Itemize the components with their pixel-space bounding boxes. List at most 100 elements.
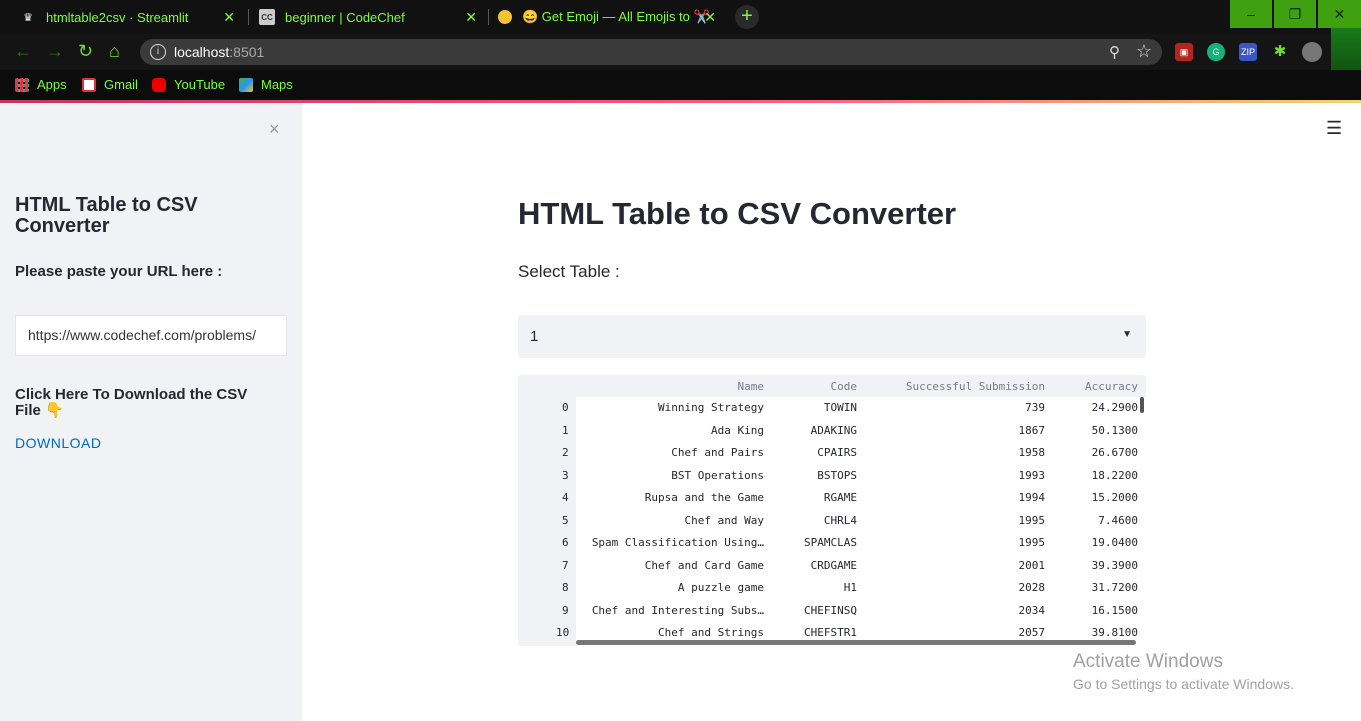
profile-avatar[interactable] [1302, 42, 1322, 62]
bookmark-apps[interactable]: Apps [15, 77, 67, 92]
row-index: 3 [562, 468, 569, 482]
url-text[interactable]: localhost:8501 [174, 44, 264, 60]
table-cell: CPAIRS [817, 446, 857, 459]
column-header: Accuracy [1085, 380, 1138, 393]
home-icon[interactable]: ⌂ [109, 41, 120, 62]
maps-icon [239, 77, 253, 92]
table-cell: H1 [843, 581, 857, 594]
table-cell: 15.2000 [1091, 491, 1138, 504]
tab-streamlit[interactable]: ♛ htmltable2csv · Streamlit ✕ [20, 0, 245, 34]
table-cell: Chef and Pairs [671, 446, 764, 459]
table-cell: 1993 [1018, 468, 1046, 482]
column-header: Successful Submission [905, 380, 1045, 393]
horizontal-scrollbar[interactable] [576, 640, 1136, 645]
extensions-puzzle-icon[interactable]: ✱ [1271, 43, 1289, 61]
main-menu-icon[interactable]: ☰ [1326, 118, 1342, 139]
browser-tab-bar: ♛ htmltable2csv · Streamlit ✕ CC beginne… [0, 0, 1361, 34]
url-input[interactable] [15, 315, 287, 356]
vertical-scrollbar[interactable] [1140, 397, 1144, 413]
table-cell: Chef and Way [684, 513, 764, 527]
select-value: 1 [530, 328, 539, 345]
table-cell: 16.1500 [1091, 603, 1138, 617]
row-index: 10 [556, 626, 570, 639]
table-cell: 2001 [1018, 558, 1046, 572]
page-title: HTML Table to CSV Converter [518, 196, 957, 231]
data-table[interactable]: Name Code Successful Submission Accuracy 0 Wi… [518, 375, 1146, 646]
table-cell: TOWIN [823, 401, 857, 414]
tab-title: 😄 Get Emoji — All Emojis to ✂️ [522, 9, 710, 24]
download-link[interactable]: DOWNLOAD [15, 435, 101, 451]
browser-toolbar: ← → ↻ ⌂ i localhost:8501 ⚲ ☆ ▣ G ZIP ✱ [0, 34, 1361, 70]
row-index: 9 [562, 603, 569, 617]
column-header: Name [737, 380, 765, 393]
windows-activation-subtitle: Go to Settings to activate Windows. [1073, 676, 1294, 692]
tab-title: beginner | CodeChef [285, 9, 405, 25]
table-cell: 1867 [1018, 423, 1046, 437]
restore-button[interactable]: ❐ [1274, 0, 1316, 28]
table-cell: 26.6700 [1091, 446, 1138, 459]
table-cell: 50.1300 [1091, 423, 1138, 437]
windows-activation-title: Activate Windows [1073, 651, 1223, 672]
table-cell: 2034 [1018, 603, 1046, 617]
table-cell: CRDGAME [810, 558, 857, 572]
tab-title: htmltable2csv · Streamlit [46, 9, 189, 25]
grammarly-icon[interactable]: G [1207, 43, 1225, 61]
table-cell: Ada King [711, 423, 764, 437]
tab-close-icon[interactable]: ✕ [465, 9, 477, 26]
url-input-label: Please paste your URL here : [15, 263, 223, 280]
table-cell: Winning Strategy [658, 401, 764, 414]
table-cell: RGAME [823, 491, 857, 504]
sidebar-close-icon[interactable]: × [269, 119, 280, 140]
table-cell: 18.2200 [1091, 468, 1138, 482]
codechef-icon: CC [259, 9, 275, 25]
table-cell: 39.3900 [1091, 558, 1138, 572]
download-instructions: Click Here To Download the CSV File 👇 [15, 386, 248, 419]
sidebar-title: HTML Table to CSV Converter [15, 194, 198, 237]
bookmark-youtube[interactable]: YouTube [152, 77, 225, 92]
tab-close-icon[interactable]: ✕ [223, 9, 235, 26]
reload-icon[interactable]: ↻ [78, 41, 93, 62]
new-tab-button[interactable]: + [735, 5, 759, 29]
table-cell: 24.2900 [1091, 401, 1138, 414]
table-cell: Spam Classification Using… [591, 536, 764, 549]
gmail-icon [82, 77, 96, 92]
tab-codechef[interactable]: CC beginner | CodeChef ✕ [259, 0, 487, 34]
tab-separator [248, 9, 249, 25]
row-index: 7 [562, 558, 569, 572]
table-cell: 2028 [1018, 581, 1046, 594]
address-bar[interactable]: i localhost:8501 ⚲ ☆ [140, 39, 1162, 65]
tab-separator [488, 9, 489, 25]
row-index: 4 [562, 491, 569, 504]
table-cell: BSTOPS [817, 468, 857, 482]
table-cell: 1995 [1018, 513, 1046, 527]
select-table-label: Select Table : [518, 262, 620, 281]
streamlit-crown-icon: ♛ [23, 11, 33, 24]
column-header: Code [830, 380, 858, 393]
row-index: 2 [562, 446, 569, 459]
table-cell: 31.7200 [1091, 581, 1138, 594]
sidebar: × HTML Table to CSV Converter Please pas… [0, 103, 302, 721]
table-cell: CHRL4 [823, 513, 857, 527]
row-index: 8 [562, 581, 569, 594]
table-cell: BST Operations [671, 468, 764, 482]
tab-getemoji[interactable]: 😄 Get Emoji — All Emojis to ✂️ ✕ [498, 0, 726, 34]
table-select-dropdown[interactable]: 1 ▼ [518, 315, 1146, 358]
forward-icon[interactable]: → [46, 41, 64, 62]
pdf-extension-icon[interactable]: ▣ [1175, 43, 1193, 61]
row-index: 5 [562, 513, 569, 527]
site-info-icon[interactable]: i [150, 44, 166, 60]
row-index: 0 [562, 401, 569, 414]
table-cell: CHEFINSQ [804, 603, 857, 617]
zip-extension-icon[interactable]: ZIP [1239, 43, 1257, 61]
zoom-icon[interactable]: ⚲ [1109, 43, 1120, 61]
bookmark-maps[interactable]: Maps [239, 77, 293, 92]
bookmarks-bar: Apps Gmail YouTube Maps [0, 70, 1361, 100]
bookmark-gmail[interactable]: Gmail [82, 77, 138, 92]
window-close-button[interactable]: ✕ [1318, 0, 1361, 28]
table-cell: ADAKING [810, 423, 857, 437]
table-cell: 1994 [1018, 491, 1046, 504]
tab-close-icon[interactable]: ✕ [704, 9, 716, 26]
minimize-button[interactable]: – [1230, 0, 1272, 28]
bookmark-star-icon[interactable]: ☆ [1136, 41, 1152, 62]
back-icon[interactable]: ← [14, 41, 32, 62]
